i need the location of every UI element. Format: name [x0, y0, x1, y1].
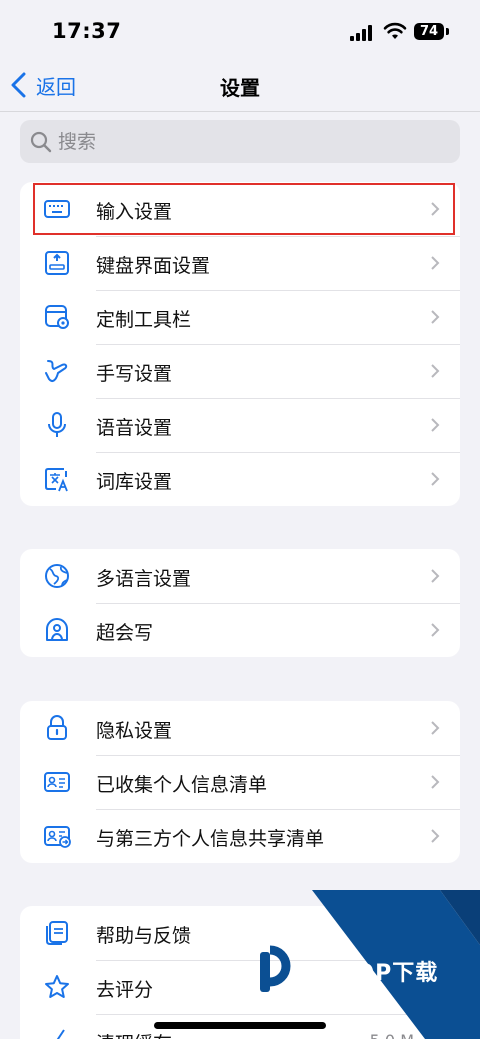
globe-icon	[45, 564, 69, 588]
battery-indicator: 74	[414, 23, 444, 40]
chevron-right-icon	[431, 775, 440, 789]
settings-item-label: 语音设置	[96, 417, 173, 439]
settings-item-label: 与第三方个人信息共享清单	[96, 828, 325, 850]
chevron-right-icon	[431, 926, 440, 940]
settings-group-input: 输入设置 键盘界面设置 定制工具栏 手写设置 语音设置 词库设置	[20, 182, 460, 506]
chevron-right-icon	[431, 202, 440, 216]
settings-item-handwriting[interactable]: 手写设置	[20, 344, 460, 398]
chevron-right-icon	[431, 256, 440, 270]
settings-item-third-party-sharing[interactable]: 与第三方个人信息共享清单	[20, 809, 460, 863]
battery-cap	[446, 28, 449, 35]
help-icon	[46, 921, 68, 945]
settings-item-label: 已收集个人信息清单	[96, 774, 268, 796]
settings-group-language: 多语言设置 超会写	[20, 549, 460, 657]
settings-item-dictionary[interactable]: 词库设置	[20, 452, 460, 506]
writing-assistant-icon	[46, 618, 68, 641]
broom-icon	[56, 1029, 65, 1039]
star-icon	[45, 975, 69, 998]
settings-item-toolbar[interactable]: 定制工具栏	[20, 290, 460, 344]
search-input[interactable]	[58, 130, 438, 153]
toolbar-icon	[45, 305, 69, 329]
dictionary-icon	[45, 468, 68, 492]
handwriting-icon	[45, 360, 68, 382]
settings-item-label: 隐私设置	[96, 720, 173, 742]
settings-item-label: 输入设置	[96, 201, 173, 223]
search-icon	[30, 131, 52, 152]
chevron-right-icon	[431, 310, 440, 324]
keyboard-icon	[44, 200, 70, 218]
chevron-right-icon	[431, 829, 440, 843]
watermark-subtext: PCPOP Download	[307, 980, 376, 989]
chevron-right-icon	[431, 472, 440, 486]
settings-item-multilanguage[interactable]: 多语言设置	[20, 549, 460, 603]
cellular-signal-icon	[350, 25, 374, 41]
settings-item-label: 多语言设置	[96, 568, 192, 590]
chevron-right-icon	[431, 364, 440, 378]
settings-item-label: 词库设置	[96, 471, 173, 493]
id-card-share-icon	[44, 826, 71, 848]
settings-item-collected-info[interactable]: 已收集个人信息清单	[20, 755, 460, 809]
keyboard-layout-icon	[45, 251, 69, 275]
id-card-icon	[44, 772, 70, 792]
settings-item-label: 键盘界面设置	[96, 255, 211, 277]
settings-item-label: 去评分	[96, 979, 154, 1001]
settings-item-keyboard-layout[interactable]: 键盘界面设置	[20, 236, 460, 290]
settings-group-privacy: 隐私设置 已收集个人信息清单 与第三方个人信息共享清单	[20, 701, 460, 863]
chevron-right-icon	[431, 418, 440, 432]
home-indicator	[154, 1022, 326, 1029]
navigation-bar: 返回 设置	[0, 60, 480, 112]
settings-item-label: 帮助与反馈	[96, 925, 192, 947]
chevron-right-icon	[431, 721, 440, 735]
microphone-icon	[48, 412, 66, 437]
search-bar[interactable]	[20, 120, 460, 163]
wifi-icon	[383, 22, 407, 39]
settings-item-help[interactable]: 帮助与反馈	[20, 906, 460, 960]
status-time: 17:37	[52, 19, 122, 43]
settings-item-label: 清理缓存	[96, 1029, 172, 1039]
settings-item-label: 超会写	[96, 622, 154, 644]
settings-item-label: 定制工具栏	[96, 309, 192, 331]
settings-item-super-write[interactable]: 超会写	[20, 603, 460, 657]
settings-item-label: 手写设置	[96, 363, 173, 385]
lock-icon	[47, 715, 67, 740]
settings-item-privacy[interactable]: 隐私设置	[20, 701, 460, 755]
chevron-right-icon	[431, 623, 440, 637]
cache-size: 5.0 M	[370, 1031, 414, 1039]
settings-item-voice[interactable]: 语音设置	[20, 398, 460, 452]
settings-item-input[interactable]: 输入设置	[20, 182, 460, 236]
status-bar: 17:37 74	[0, 0, 480, 60]
chevron-right-icon	[431, 1034, 438, 1039]
chevron-right-icon	[431, 569, 440, 583]
page-title: 设置	[220, 76, 260, 100]
